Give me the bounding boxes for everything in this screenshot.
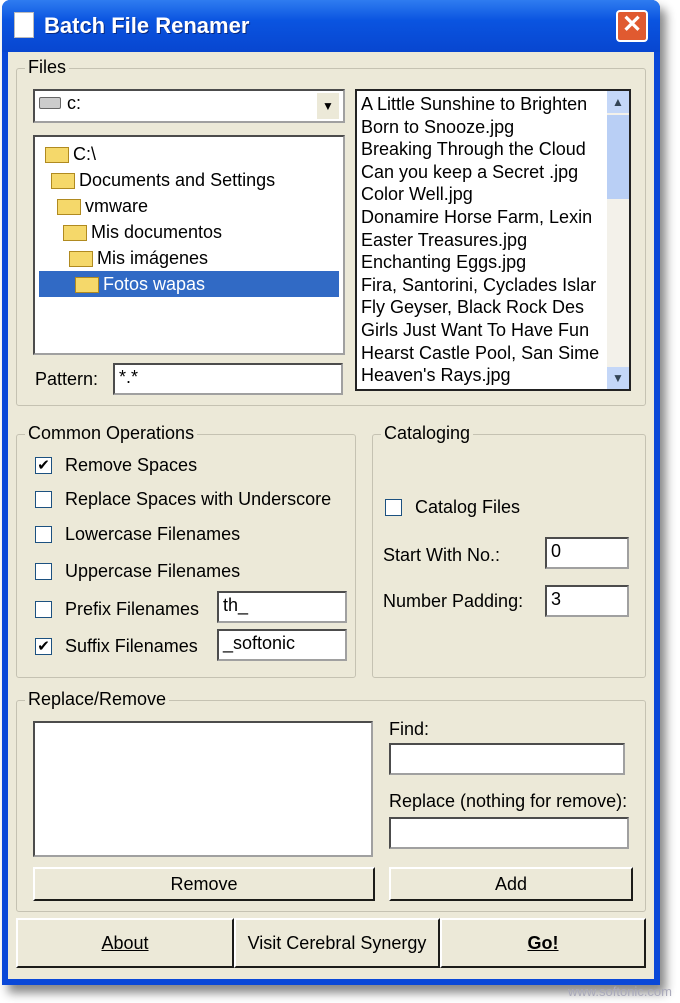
window-title: Batch File Renamer	[44, 13, 250, 38]
uppercase-label[interactable]: Uppercase Filenames	[65, 561, 240, 582]
folder-open-icon	[75, 277, 99, 294]
drive-select[interactable]: c: ▼	[33, 89, 345, 123]
suffix-checkbox[interactable]: ✔	[35, 638, 52, 655]
replace-input[interactable]	[389, 817, 629, 849]
start-with-input[interactable]: 0	[545, 537, 629, 569]
tree-item[interactable]: vmware	[39, 193, 339, 219]
replace-remove-group: Replace/Remove Find: Replace (nothing fo…	[16, 689, 646, 912]
pattern-input[interactable]: *.*	[113, 363, 343, 395]
uppercase-checkbox[interactable]	[35, 563, 52, 580]
find-input[interactable]	[389, 743, 625, 775]
file-item[interactable]: Color Well.jpg	[361, 183, 625, 206]
file-item[interactable]: Hearst Castle Pool, San Sime	[361, 342, 625, 365]
catalog-files-checkbox[interactable]	[385, 499, 402, 516]
about-button[interactable]: About	[16, 918, 234, 968]
replace-underscore-checkbox[interactable]	[35, 491, 52, 508]
prefix-label[interactable]: Prefix Filenames	[65, 599, 199, 620]
folder-icon	[45, 147, 69, 164]
file-item[interactable]: Heaven's Rays.jpg	[361, 364, 625, 387]
go-button[interactable]: Go!	[440, 918, 646, 968]
watermark: www.softonic.com	[567, 984, 672, 999]
cataloging-label: Cataloging	[381, 423, 474, 444]
add-button[interactable]: Add	[389, 867, 633, 901]
prefix-checkbox[interactable]	[35, 601, 52, 618]
file-item[interactable]: Enchanting Eggs.jpg	[361, 251, 625, 274]
common-operations-label: Common Operations	[25, 423, 198, 444]
tree-item-selected[interactable]: Fotos wapas	[39, 271, 339, 297]
remove-spaces-label[interactable]: Remove Spaces	[65, 455, 197, 476]
scroll-down-icon[interactable]: ▼	[607, 367, 629, 389]
find-label: Find:	[389, 719, 430, 739]
folder-icon	[63, 225, 87, 242]
lowercase-label[interactable]: Lowercase Filenames	[65, 524, 240, 545]
replace-remove-label: Replace/Remove	[25, 689, 170, 710]
app-window: Batch File Renamer ✕ Files c: ▼ C:\ Docu…	[2, 0, 660, 985]
folder-icon	[51, 173, 75, 190]
tree-item[interactable]: Mis documentos	[39, 219, 339, 245]
number-padding-input[interactable]: 3	[545, 585, 629, 617]
file-item[interactable]: Girls Just Want To Have Fun	[361, 319, 625, 342]
prefix-input[interactable]: th_	[217, 591, 347, 623]
common-operations-group: Common Operations ✔ Remove Spaces Replac…	[16, 423, 356, 678]
title-bar[interactable]: Batch File Renamer ✕	[2, 0, 660, 52]
tree-item[interactable]: Documents and Settings	[39, 167, 339, 193]
scrollbar[interactable]: ▲ ▼	[607, 91, 629, 389]
files-group: Files c: ▼ C:\ Documents and Settings vm…	[16, 57, 646, 406]
close-button[interactable]: ✕	[616, 10, 648, 42]
visit-cerebral-synergy-button[interactable]: Visit Cerebral Synergy	[234, 918, 440, 968]
pattern-label: Pattern:	[35, 369, 99, 389]
app-icon	[14, 12, 34, 38]
lowercase-checkbox[interactable]	[35, 526, 52, 543]
file-item[interactable]: Fira, Santorini, Cyclades Islar	[361, 274, 625, 297]
file-item[interactable]: Easter Treasures.jpg	[361, 229, 625, 252]
start-with-label: Start With No.:	[383, 545, 501, 565]
folder-icon	[57, 199, 81, 216]
files-group-label: Files	[25, 57, 70, 78]
number-padding-label: Number Padding:	[383, 591, 524, 611]
file-list[interactable]: A Little Sunshine to Brighten Born to Sn…	[355, 89, 631, 391]
remove-spaces-checkbox[interactable]: ✔	[35, 457, 52, 474]
remove-button[interactable]: Remove	[33, 867, 375, 901]
tree-item[interactable]: C:\	[39, 141, 339, 167]
scroll-up-icon[interactable]: ▲	[607, 91, 629, 113]
cataloging-group: Cataloging Catalog Files Start With No.:…	[372, 423, 646, 678]
replace-underscore-label[interactable]: Replace Spaces with Underscore	[65, 489, 331, 510]
file-item[interactable]: Fly Geyser, Black Rock Des	[361, 296, 625, 319]
folder-tree[interactable]: C:\ Documents and Settings vmware Mis do…	[33, 135, 345, 355]
file-item[interactable]: Donamire Horse Farm, Lexin	[361, 206, 625, 229]
drive-icon	[39, 97, 61, 109]
file-item[interactable]: Breaking Through the Cloud	[361, 138, 625, 161]
scroll-thumb[interactable]	[607, 115, 629, 199]
drive-value: c:	[67, 93, 82, 113]
suffix-label[interactable]: Suffix Filenames	[65, 636, 198, 657]
file-item[interactable]: Can you keep a Secret .jpg	[361, 161, 625, 184]
folder-icon	[69, 251, 93, 268]
replace-list[interactable]	[33, 721, 373, 857]
replace-label: Replace (nothing for remove):	[389, 791, 628, 811]
chevron-down-icon[interactable]: ▼	[317, 93, 339, 119]
catalog-files-label[interactable]: Catalog Files	[415, 497, 520, 518]
file-item[interactable]: A Little Sunshine to Brighten	[361, 93, 625, 116]
file-item[interactable]: Born to Snooze.jpg	[361, 116, 625, 139]
tree-item[interactable]: Mis imágenes	[39, 245, 339, 271]
suffix-input[interactable]: _softonic	[217, 629, 347, 661]
